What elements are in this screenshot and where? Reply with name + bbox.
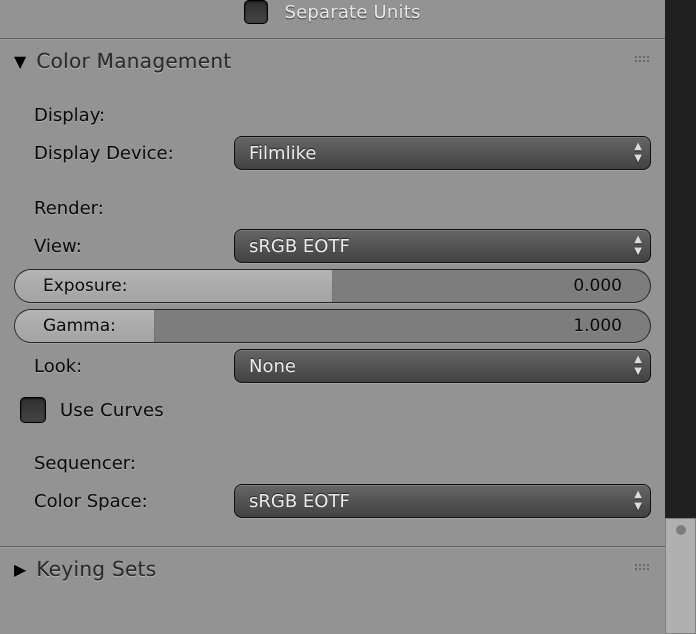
display-device-value: Filmlike bbox=[249, 143, 316, 164]
display-device-dropdown[interactable]: Filmlike ▲▼ bbox=[234, 136, 651, 170]
collapse-triangle-icon: ▶ bbox=[14, 560, 26, 579]
use-curves-label: Use Curves bbox=[60, 400, 164, 421]
color-space-row: Color Space: sRGB EOTF ▲▼ bbox=[34, 484, 651, 518]
color-space-label: Color Space: bbox=[34, 491, 224, 512]
render-header: Render: bbox=[34, 198, 651, 219]
panel-grip-icon[interactable] bbox=[635, 564, 651, 574]
expand-triangle-icon: ▼ bbox=[14, 52, 26, 71]
dropdown-arrows-icon: ▲▼ bbox=[634, 234, 642, 258]
tab-dot-icon bbox=[676, 525, 686, 535]
gamma-slider[interactable]: Gamma: 1.000 bbox=[14, 309, 651, 343]
use-curves-checkbox[interactable] bbox=[20, 397, 46, 423]
color-space-value: sRGB EOTF bbox=[249, 491, 350, 512]
exposure-label: Exposure: bbox=[15, 276, 127, 296]
look-row: Look: None ▲▼ bbox=[34, 349, 651, 383]
use-curves-row: Use Curves bbox=[20, 397, 651, 423]
separate-units-label: Separate Units bbox=[284, 2, 420, 23]
dropdown-arrows-icon: ▲▼ bbox=[634, 489, 642, 513]
view-dropdown[interactable]: sRGB EOTF ▲▼ bbox=[234, 229, 651, 263]
look-value: None bbox=[249, 356, 296, 377]
look-dropdown[interactable]: None ▲▼ bbox=[234, 349, 651, 383]
exposure-slider[interactable]: Exposure: 0.000 bbox=[14, 269, 651, 303]
dropdown-arrows-icon: ▲▼ bbox=[634, 141, 642, 165]
display-header: Display: bbox=[34, 105, 651, 126]
color-management-panel: ▼ Color Management Display: Display Devi… bbox=[0, 38, 665, 546]
color-management-header[interactable]: ▼ Color Management bbox=[0, 39, 665, 79]
view-label: View: bbox=[34, 236, 224, 257]
sequencer-header: Sequencer: bbox=[34, 453, 651, 474]
display-device-label: Display Device: bbox=[34, 143, 224, 164]
gamma-label: Gamma: bbox=[15, 316, 116, 336]
right-light-tab[interactable] bbox=[665, 518, 696, 634]
look-label: Look: bbox=[34, 356, 224, 377]
panel-title: Color Management bbox=[36, 49, 231, 73]
panel-grip-icon[interactable] bbox=[635, 56, 651, 66]
panel-title: Keying Sets bbox=[36, 557, 156, 581]
view-value: sRGB EOTF bbox=[249, 236, 350, 257]
right-sidebar bbox=[665, 0, 696, 634]
exposure-value: 0.000 bbox=[573, 276, 650, 296]
separate-units-row: Separate Units bbox=[0, 0, 665, 38]
right-dark-area bbox=[665, 0, 696, 518]
color-space-dropdown[interactable]: sRGB EOTF ▲▼ bbox=[234, 484, 651, 518]
keying-sets-header[interactable]: ▶ Keying Sets bbox=[0, 547, 665, 587]
display-device-row: Display Device: Filmlike ▲▼ bbox=[34, 136, 651, 170]
keying-sets-panel: ▶ Keying Sets bbox=[0, 546, 665, 587]
dropdown-arrows-icon: ▲▼ bbox=[634, 354, 642, 378]
view-row: View: sRGB EOTF ▲▼ bbox=[34, 229, 651, 263]
separate-units-checkbox[interactable] bbox=[244, 0, 268, 24]
gamma-value: 1.000 bbox=[573, 316, 650, 336]
